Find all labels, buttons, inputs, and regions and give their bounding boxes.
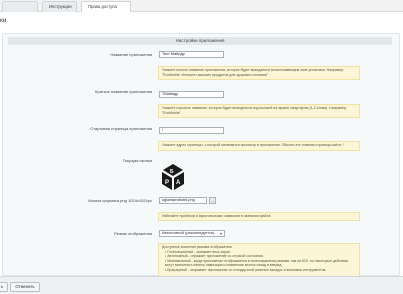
display-mode-hint-list: Полноэкранный - занимает весь экран. Авт… [162, 250, 356, 273]
tab-access-rights[interactable]: Права доступа [81, 1, 131, 12]
current-icon-label: Текущая иконка [122, 158, 152, 163]
section-header: Настройки приложения [8, 37, 392, 45]
short-name-hint: Укажите короткое название, которое будет… [158, 104, 360, 118]
display-mode-value: Автономный (рекомендуется) [162, 231, 215, 235]
tab-bar: Инструкции Права доступа [0, 0, 403, 12]
svg-text:Б: Б [170, 169, 174, 175]
svg-text:P: P [165, 180, 169, 186]
display-mode-hint: Доступные значения режима отображения: П… [158, 243, 360, 277]
app-name-input[interactable]: Тест Майндр [159, 51, 224, 58]
list-item: Минимальный - когда приложение отображае… [165, 259, 356, 268]
tab-instructions[interactable]: Инструкции [42, 1, 77, 12]
list-item: Браузерный - открывает приложение со ста… [165, 268, 356, 273]
start-page-label: Стартовая страница приложения [90, 126, 152, 131]
tab-previous[interactable] [2, 1, 38, 12]
page-title: ки [0, 17, 7, 24]
footer-bar [0, 276, 403, 294]
icon-png-hint: Избегайте пробелов и кириллических симво… [158, 212, 360, 221]
short-name-label: Краткое название приложения [95, 89, 152, 94]
start-page-input[interactable]: / [159, 127, 224, 134]
cancel-button[interactable]: Отменить [10, 282, 40, 292]
display-mode-select[interactable]: Автономный (рекомендуется) [159, 230, 225, 237]
icon-file-input[interactable]: ugloedprobob6.png [159, 197, 207, 204]
display-mode-label: Режим отображения [114, 231, 152, 236]
start-page-hint: Укажите адрес страницы, с которой начина… [158, 141, 360, 151]
app-name-hint: Укажите полное название приложения, кото… [158, 66, 360, 80]
short-name-input[interactable]: ТМайндр [159, 91, 224, 98]
svg-text:A: A [176, 180, 181, 186]
chevron-down-icon [220, 232, 222, 235]
save-button[interactable]: ь [0, 282, 8, 292]
icon-png-label: Иконка формата png 1024x1024px [88, 198, 152, 203]
browse-button[interactable]: ... [209, 197, 216, 204]
app-icon-preview: Б P A [162, 164, 184, 190]
app-name-label: Название приложения [110, 52, 152, 57]
